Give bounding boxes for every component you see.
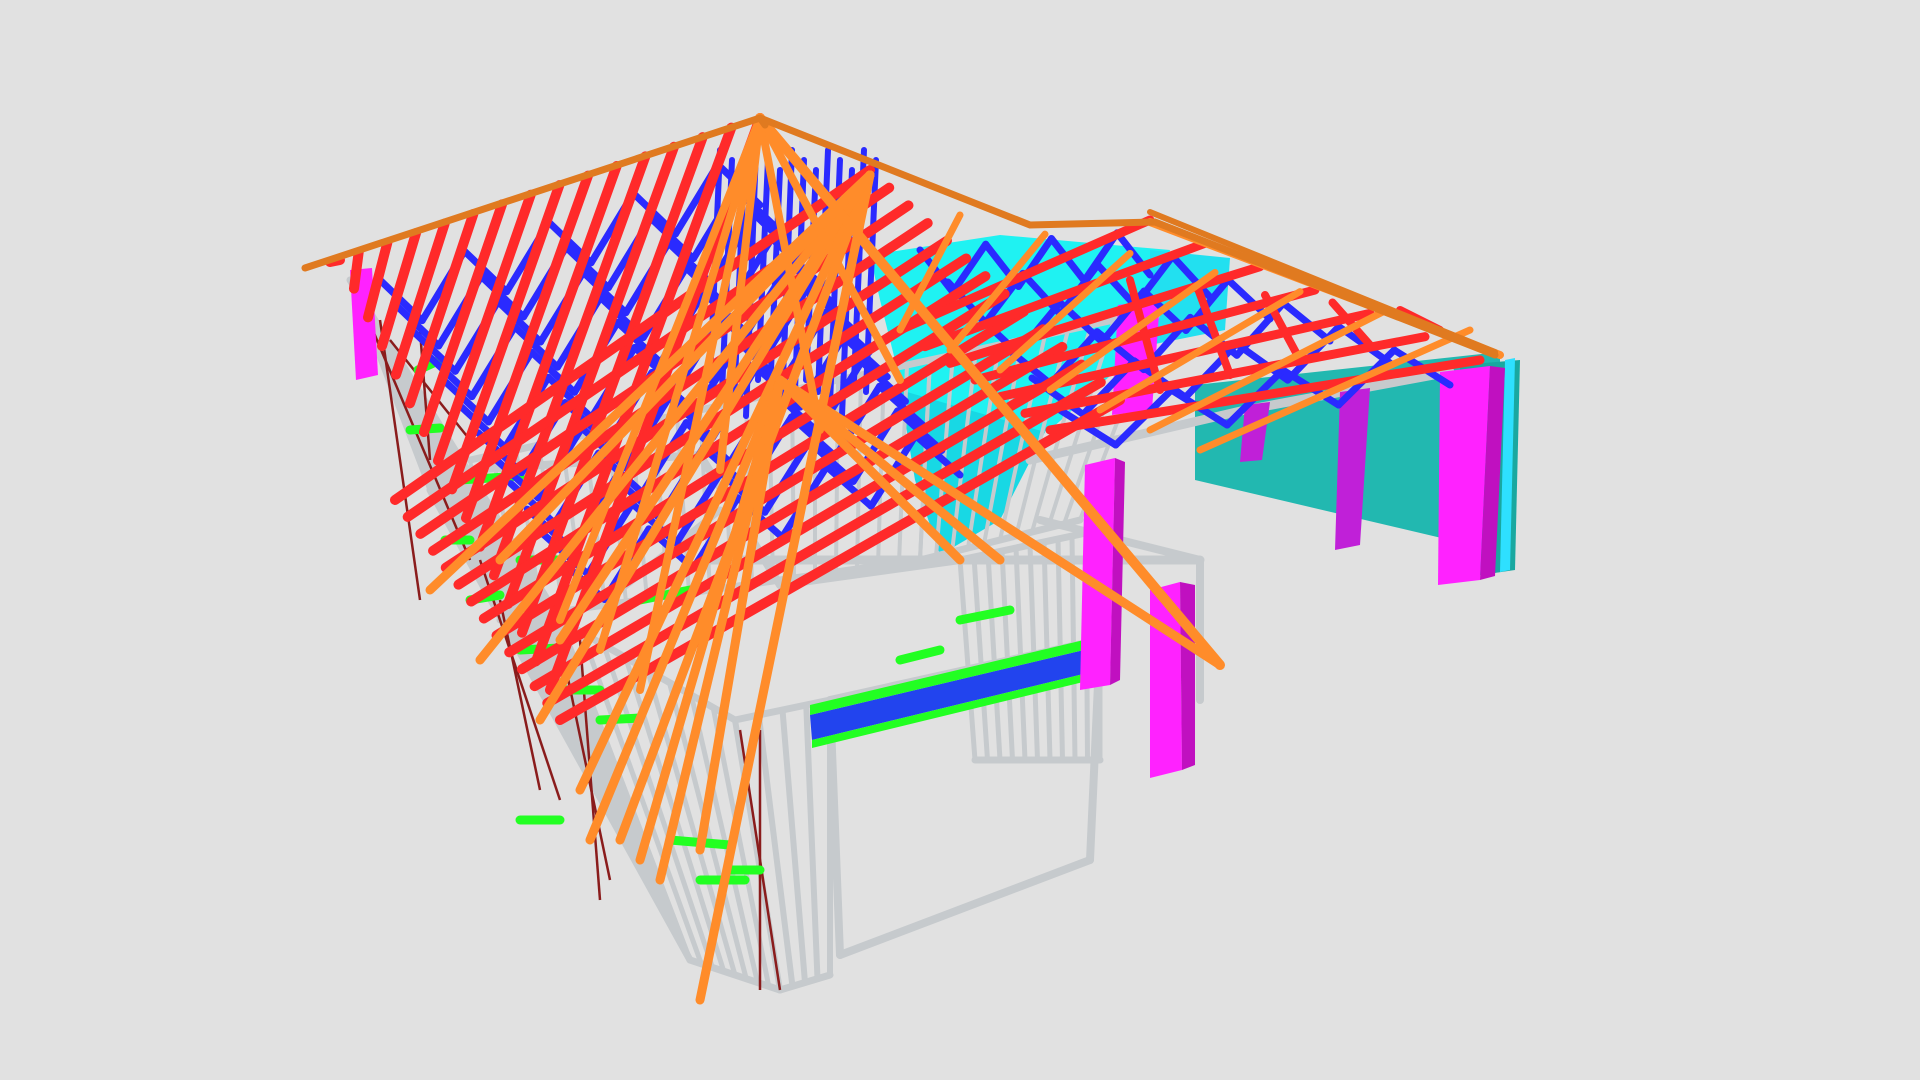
3d-viewport[interactable]	[0, 0, 1920, 1080]
steel-frame-model[interactable]	[0, 0, 1920, 1080]
